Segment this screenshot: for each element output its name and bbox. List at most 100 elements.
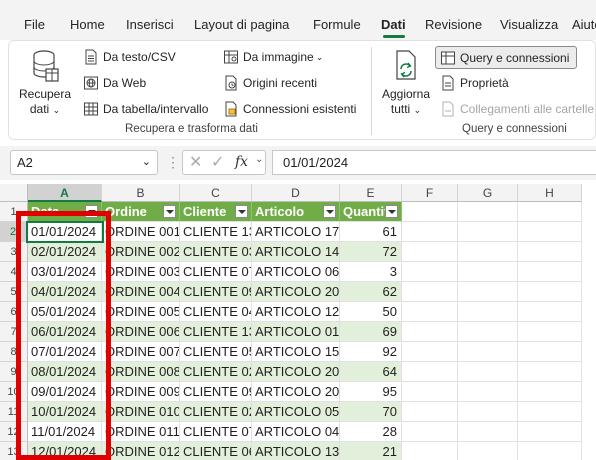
table-cell[interactable]: ARTICOLO 04 xyxy=(252,422,340,442)
recupera-dati-button[interactable]: Recupera dati ⌄ xyxy=(17,49,73,118)
empty-cell[interactable] xyxy=(402,262,458,282)
tab-layout-di-pagina[interactable]: Layout di pagina xyxy=(194,17,289,32)
table-cell[interactable]: 62 xyxy=(340,282,402,302)
table-cell[interactable]: 50 xyxy=(340,302,402,322)
table-cell[interactable]: ORDINE 005 xyxy=(102,302,180,322)
da-tabella-button[interactable]: Da tabella/intervallo xyxy=(83,101,208,117)
table-header-cell[interactable]: Ordine xyxy=(102,202,180,222)
column-header-e[interactable]: E xyxy=(340,184,402,202)
origini-recenti-button[interactable]: Origini recenti xyxy=(223,75,317,91)
table-cell[interactable]: ARTICOLO 14 xyxy=(252,242,340,262)
empty-cell[interactable] xyxy=(402,382,458,402)
tab-inserisci[interactable]: Inserisci xyxy=(126,17,174,32)
tab-dati[interactable]: Dati xyxy=(381,17,406,32)
empty-cell[interactable] xyxy=(458,342,518,362)
empty-cell[interactable] xyxy=(518,222,582,242)
empty-cell[interactable] xyxy=(518,282,582,302)
empty-cell[interactable] xyxy=(402,282,458,302)
column-header-a[interactable]: A xyxy=(28,184,102,202)
column-header-d[interactable]: D xyxy=(252,184,340,202)
empty-cell[interactable] xyxy=(458,362,518,382)
table-cell[interactable]: CLIENTE 04 xyxy=(180,302,252,322)
table-cell[interactable]: CLIENTE 02 xyxy=(180,362,252,382)
empty-cell[interactable] xyxy=(458,382,518,402)
select-all-corner[interactable] xyxy=(0,184,28,202)
empty-cell[interactable] xyxy=(402,362,458,382)
formula-input[interactable]: 01/01/2024 xyxy=(272,150,596,175)
empty-cell[interactable] xyxy=(518,342,582,362)
da-immagine-button[interactable]: Da immagine ⌄ xyxy=(223,49,323,65)
connessioni-esistenti-button[interactable]: Connessioni esistenti xyxy=(223,101,356,117)
tab-formule[interactable]: Formule xyxy=(313,17,361,32)
filter-dropdown-icon[interactable] xyxy=(323,205,336,218)
table-cell[interactable]: 21 xyxy=(340,442,402,460)
filter-dropdown-icon[interactable] xyxy=(163,205,176,218)
empty-cell[interactable] xyxy=(518,262,582,282)
table-cell[interactable]: ORDINE 004 xyxy=(102,282,180,302)
table-cell[interactable]: CLIENTE 06 xyxy=(180,442,252,460)
table-cell[interactable]: ORDINE 009 xyxy=(102,382,180,402)
empty-cell[interactable] xyxy=(518,362,582,382)
da-web-button[interactable]: Da Web xyxy=(83,75,146,91)
empty-cell[interactable] xyxy=(458,402,518,422)
empty-cell[interactable] xyxy=(458,242,518,262)
table-cell[interactable]: CLIENTE 02 xyxy=(180,402,252,422)
table-cell[interactable]: ORDINE 001 xyxy=(102,222,180,242)
table-cell[interactable]: ORDINE 010 xyxy=(102,402,180,422)
table-cell[interactable]: ARTICOLO 13 xyxy=(252,442,340,460)
aggiorna-tutti-button[interactable]: Aggiorna tutti ⌄ xyxy=(377,49,435,118)
table-cell[interactable]: ARTICOLO 17 xyxy=(252,222,340,242)
table-cell[interactable]: ARTICOLO 20 xyxy=(252,362,340,382)
empty-cell[interactable] xyxy=(518,382,582,402)
tab-revisione[interactable]: Revisione xyxy=(425,17,482,32)
cancel-icon[interactable]: ✕ xyxy=(189,152,202,172)
table-cell[interactable]: 61 xyxy=(340,222,402,242)
table-header-cell[interactable]: Quantità xyxy=(340,202,402,222)
table-cell[interactable]: ARTICOLO 15 xyxy=(252,342,340,362)
column-header-h[interactable]: H xyxy=(518,184,582,202)
empty-cell[interactable] xyxy=(402,302,458,322)
proprieta-button[interactable]: Proprietà xyxy=(440,75,509,91)
table-cell[interactable]: CLIENTE 05 xyxy=(180,342,252,362)
table-cell[interactable]: CLIENTE 13 xyxy=(180,222,252,242)
table-cell[interactable]: 3 xyxy=(340,262,402,282)
column-header-f[interactable]: F xyxy=(402,184,458,202)
table-cell[interactable]: CLIENTE 07 xyxy=(180,422,252,442)
tab-aiuto[interactable]: Aiuto xyxy=(572,17,596,32)
table-cell[interactable]: ORDINE 008 xyxy=(102,362,180,382)
tab-file[interactable]: File xyxy=(24,17,45,32)
empty-cell[interactable] xyxy=(402,342,458,362)
column-header-g[interactable]: G xyxy=(458,184,518,202)
empty-cell[interactable] xyxy=(458,202,518,222)
filter-dropdown-icon[interactable] xyxy=(385,205,398,218)
table-cell[interactable]: 92 xyxy=(340,342,402,362)
empty-cell[interactable] xyxy=(402,442,458,460)
table-cell[interactable]: 69 xyxy=(340,322,402,342)
tab-visualizza[interactable]: Visualizza xyxy=(500,17,558,32)
table-cell[interactable]: CLIENTE 09 xyxy=(180,282,252,302)
table-cell[interactable]: CLIENTE 13 xyxy=(180,322,252,342)
table-cell[interactable]: ARTICOLO 20 xyxy=(252,382,340,402)
confirm-icon[interactable]: ✓ xyxy=(211,152,224,172)
empty-cell[interactable] xyxy=(402,202,458,222)
empty-cell[interactable] xyxy=(458,222,518,242)
table-cell[interactable]: 95 xyxy=(340,382,402,402)
table-cell[interactable]: ARTICOLO 05 xyxy=(252,402,340,422)
empty-cell[interactable] xyxy=(458,422,518,442)
empty-cell[interactable] xyxy=(402,222,458,242)
fx-icon[interactable]: fx xyxy=(235,154,248,170)
more-options-icon[interactable]: ⋮ xyxy=(166,155,180,169)
table-cell[interactable]: ORDINE 007 xyxy=(102,342,180,362)
table-cell[interactable]: ARTICOLO 01 xyxy=(252,322,340,342)
table-cell[interactable]: ARTICOLO 12 xyxy=(252,302,340,322)
table-header-cell[interactable]: Articolo xyxy=(252,202,340,222)
empty-cell[interactable] xyxy=(518,302,582,322)
empty-cell[interactable] xyxy=(458,302,518,322)
tab-home[interactable]: Home xyxy=(70,17,105,32)
table-cell[interactable]: 64 xyxy=(340,362,402,382)
name-box[interactable]: A2 ⌄ xyxy=(10,150,158,175)
empty-cell[interactable] xyxy=(518,422,582,442)
table-cell[interactable]: ORDINE 012 xyxy=(102,442,180,460)
empty-cell[interactable] xyxy=(458,282,518,302)
table-cell[interactable]: 72 xyxy=(340,242,402,262)
